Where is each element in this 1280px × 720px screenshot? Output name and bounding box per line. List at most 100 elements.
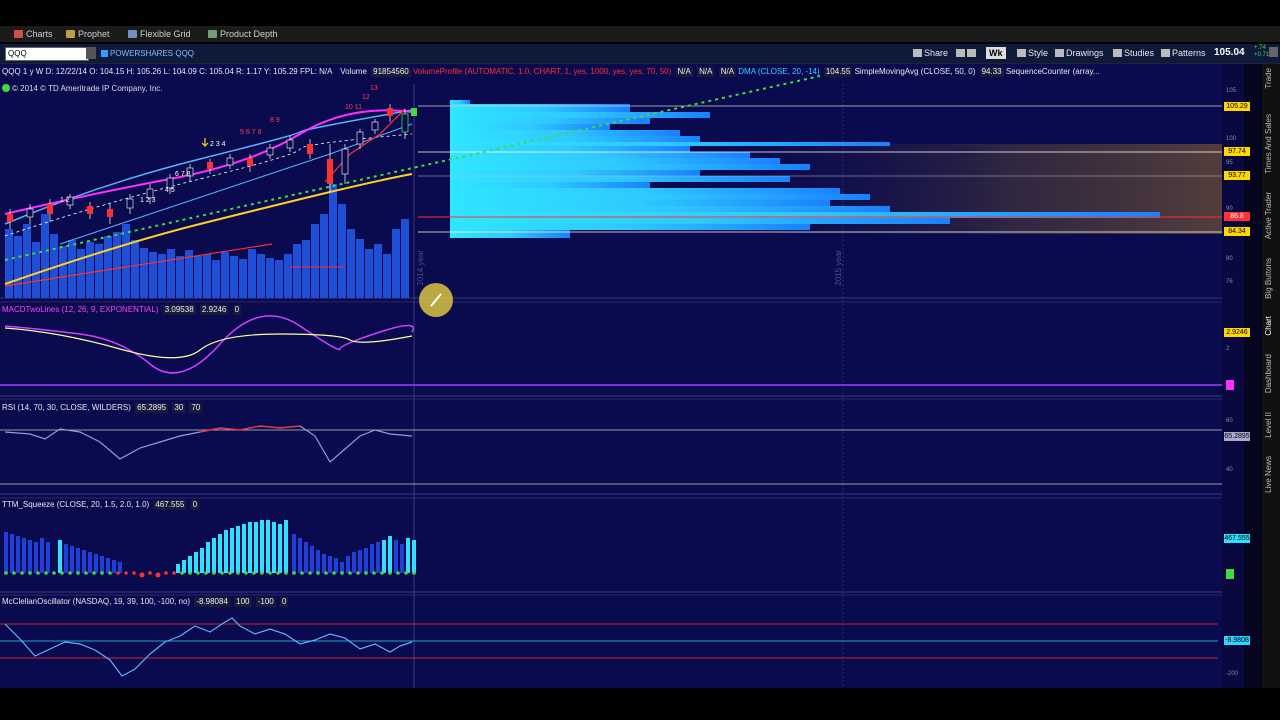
price-box: 97.74 (1224, 147, 1250, 156)
price-tick: 95 (1226, 160, 1233, 166)
copyright: © 2014 © TD Ameritrade IP Company, Inc. (2, 84, 163, 94)
style-label: Style (1028, 48, 1049, 58)
mcclellan-tick: -200 (1226, 671, 1239, 677)
sidebar-tab-live-news[interactable]: Live News (1264, 456, 1273, 493)
rsi-label[interactable]: RSI (14, 70, 30, CLOSE, WILDERS) (2, 403, 131, 412)
patterns-button[interactable]: Patterns (1161, 47, 1206, 59)
tab-product-depth[interactable]: Product Depth (208, 28, 278, 40)
trendline-red-up (324, 108, 406, 183)
tab-label: Flexible Grid (140, 29, 191, 39)
mcclellan-value: 100 (234, 597, 252, 607)
sidebar-tab-big-buttons[interactable]: Big Buttons (1264, 258, 1273, 299)
last-price: 105.04 (1214, 47, 1245, 58)
svg-text:1 2 3: 1 2 3 (140, 197, 156, 204)
price-tick: 80 (1226, 256, 1233, 262)
bottom-bar (0, 688, 1280, 720)
dma-value: 104.55 (823, 67, 853, 77)
symbol-input[interactable]: QQQ (5, 47, 89, 61)
sidebar-tab-times-and-sales[interactable]: Times And Sales (1264, 114, 1273, 174)
tab-label: Product Depth (220, 29, 278, 39)
year-label-2014: 2014 year (416, 250, 425, 286)
info-icon (101, 50, 108, 57)
rsi-tick: 40 (1226, 467, 1233, 473)
sidebar-tab-level-ii[interactable]: Level II (1264, 412, 1273, 438)
mcclellan-label[interactable]: McClellanOscillator (NASDAQ, 19, 39, 100… (2, 597, 190, 606)
sidebar-tab-chart[interactable]: Chart (1264, 316, 1273, 336)
description-text: POWERSHARES QQQ (110, 49, 195, 58)
aggregation-button[interactable]: Wk (986, 47, 1006, 59)
squeeze-label[interactable]: TTM_Squeeze (CLOSE, 20, 1.5, 2.0, 1.0) (2, 500, 149, 509)
volume-profile-label[interactable]: VolumeProfile (AUTOMATIC, 1.0, CHART, 1,… (413, 67, 671, 76)
tab-prophet[interactable]: Prophet (66, 28, 110, 40)
pencil-icon (1055, 49, 1064, 57)
share-icon (913, 49, 922, 57)
charts-icon (14, 30, 23, 38)
share-button[interactable]: Share (913, 47, 948, 59)
tab-charts[interactable]: Charts (14, 28, 53, 40)
macd-tick: 2 (1226, 346, 1230, 352)
dma-label[interactable]: DMA (CLOSE, 20, -14) (738, 67, 819, 76)
mcclellan-box: -8.9808 (1224, 636, 1250, 645)
mcclellan-line (4, 617, 413, 677)
macd-label[interactable]: MACDTwoLines (12, 26, 9, EXPONENTIAL) (2, 305, 159, 314)
studies-label: Studies (1124, 48, 1155, 58)
symbol-dropdown-icon[interactable] (86, 47, 96, 59)
header-range: R: 1.17 (236, 67, 262, 76)
macd-value: 0 (232, 305, 242, 315)
volume-label[interactable]: Volume (340, 67, 367, 76)
mcclellan-header: McClellanOscillator (NASDAQ, 19, 39, 100… (2, 597, 289, 607)
macd-zero-marker (1226, 380, 1234, 390)
down-arrow-icon (201, 138, 209, 147)
share-label: Share (924, 48, 949, 58)
tools-button[interactable] (956, 47, 978, 59)
squeeze-dots-red (116, 571, 176, 578)
price-box: 84.34 (1224, 227, 1250, 236)
vp-value: N/A (675, 67, 693, 77)
header-open: O: 104.15 (89, 67, 125, 76)
year-label-2015: 2015 year (834, 250, 843, 286)
price-tick: 105 (1226, 88, 1237, 94)
studies-button[interactable]: Studies (1113, 47, 1154, 59)
menu-icon[interactable] (1269, 47, 1278, 57)
sma-value: 94.33 (979, 67, 1004, 77)
svg-text:4 5: 4 5 (165, 187, 175, 194)
sidebar-tab-active-trader[interactable]: Active Trader (1264, 192, 1273, 239)
sequence-counter-label[interactable]: SequenceCounter (array... (1006, 67, 1100, 76)
price-box: 86.8 (1224, 212, 1250, 221)
sidebar-tab-trade[interactable]: Trade (1264, 68, 1273, 89)
header-y: Y: 105.29 (263, 67, 298, 76)
tab-flexible-grid[interactable]: Flexible Grid (128, 28, 191, 40)
vp-value: N/A (697, 67, 715, 77)
status-icon (2, 84, 10, 92)
grid-icon (128, 30, 137, 38)
rsi-header: RSI (14, 70, 30, CLOSE, WILDERS) 65.2895… (2, 403, 203, 413)
style-button[interactable]: Style (1017, 47, 1048, 59)
svg-text:12: 12 (362, 94, 370, 101)
vp-value: N/A (718, 67, 737, 77)
mcclellan-value: -100 (255, 597, 276, 607)
svg-text:1 2: 1 2 (60, 197, 70, 204)
tab-label: Charts (26, 29, 53, 39)
style-icon (1017, 49, 1026, 57)
sma-label[interactable]: SimpleMovingAvg (CLOSE, 50, 0) (855, 67, 976, 76)
header-high: H: 105.26 (126, 67, 162, 76)
volume-value: 91854560 (371, 67, 411, 77)
chart-canvas: 1 2 3 4 5 6 7 8 2 3 4 1 2 5 6 7 8 8 9 10 1112… (0, 75, 1222, 688)
symbol-description: POWERSHARES QQQ (101, 48, 194, 59)
top-tab-bar: Charts Prophet Flexible Grid Product Dep… (0, 26, 1280, 42)
price-box: 105.29 (1224, 102, 1250, 111)
depth-icon (208, 30, 217, 38)
squeeze-value: 0 (190, 500, 200, 510)
mcclellan-value: 0 (279, 597, 289, 607)
drawings-button[interactable]: Drawings (1055, 47, 1104, 59)
rsi-value: 70 (189, 403, 203, 413)
band-middle (4, 133, 413, 237)
chart-period[interactable]: QQQ 1 y W (2, 67, 43, 76)
drawings-label: Drawings (1066, 48, 1104, 58)
squeeze-histogram (4, 520, 416, 578)
header-close: C: 105.04 (199, 67, 234, 76)
copyright-text: © 2014 © TD Ameritrade IP Company, Inc. (12, 84, 163, 93)
studies-icon (1113, 49, 1122, 57)
sidebar-tab-dashboard[interactable]: Dashboard (1264, 354, 1273, 393)
svg-text:6 7 8: 6 7 8 (175, 171, 191, 178)
